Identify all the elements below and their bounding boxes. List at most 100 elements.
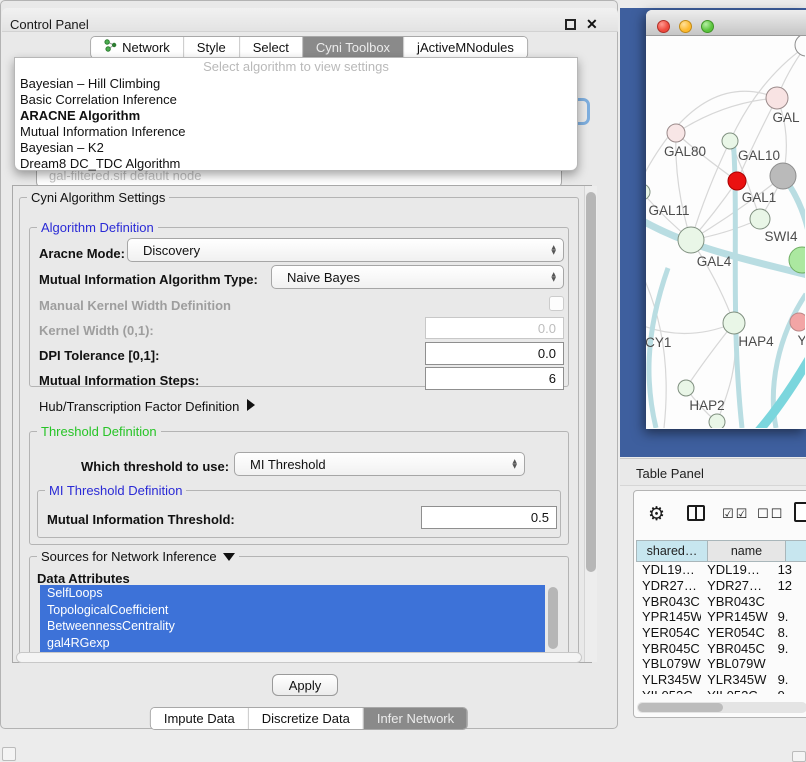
table-window: ⚙ ☑☑ ☐☐ shared…name YDL19…YDL19…13YDR27…… bbox=[633, 490, 806, 718]
network-node[interactable] bbox=[667, 124, 685, 142]
checked-checkboxes-icon[interactable]: ☑☑ bbox=[722, 507, 749, 522]
network-node[interactable] bbox=[646, 184, 650, 200]
table-cell: 9. bbox=[772, 672, 806, 687]
document-icon[interactable] bbox=[794, 502, 806, 522]
settings-gear-icon[interactable]: ⚙ bbox=[648, 503, 665, 525]
scrollbar-thumb[interactable] bbox=[586, 192, 596, 572]
minimized-panel-icon[interactable] bbox=[2, 747, 16, 761]
tab-impute-data[interactable]: Impute Data bbox=[151, 708, 248, 729]
node-label: GAL bbox=[772, 110, 800, 125]
table-cell: YBL079W bbox=[636, 656, 701, 671]
dpi-tolerance-field[interactable]: 0.0 bbox=[425, 342, 564, 365]
network-node[interactable] bbox=[723, 312, 745, 334]
mi-steps-label: Mutual Information Steps: bbox=[39, 373, 199, 388]
attribute-item[interactable]: SelfLoops bbox=[40, 585, 545, 602]
table-row[interactable]: YDR27…YDR27…12 bbox=[636, 578, 806, 594]
network-node[interactable] bbox=[790, 313, 805, 331]
table-row[interactable]: YDL19…YDL19…13 bbox=[636, 562, 806, 578]
network-edge[interactable] bbox=[646, 91, 777, 186]
tab-cyni-toolbox[interactable]: Cyni Toolbox bbox=[302, 37, 403, 58]
sources-label: Sources for Network Inference bbox=[41, 549, 217, 564]
table-cell: YER054C bbox=[701, 625, 771, 640]
minimize-traffic-light[interactable] bbox=[679, 20, 692, 33]
sources-title[interactable]: Sources for Network Inference bbox=[37, 549, 239, 564]
mi-threshold-field[interactable]: 0.5 bbox=[421, 506, 557, 529]
node-label: GAL4 bbox=[697, 254, 732, 269]
column-header[interactable] bbox=[786, 540, 806, 562]
table-cell: YPR145W bbox=[701, 609, 771, 624]
dropdown-item[interactable]: ARACNE Algorithm bbox=[15, 108, 577, 124]
tab-network[interactable]: Network bbox=[91, 37, 183, 58]
table-scrollbar-thumb[interactable] bbox=[638, 703, 723, 712]
network-node[interactable] bbox=[722, 133, 738, 149]
spinner-icon: ▲▼ bbox=[512, 459, 517, 469]
node-label: GAL80 bbox=[664, 144, 706, 159]
apply-button[interactable]: Apply bbox=[272, 674, 338, 696]
table-row[interactable]: YIL052CYIL052C9 bbox=[636, 688, 806, 695]
network-node[interactable] bbox=[709, 414, 725, 428]
settings-vertical-scrollbar[interactable] bbox=[584, 186, 597, 662]
network-node[interactable] bbox=[770, 163, 796, 189]
spinner-icon: ▲▼ bbox=[551, 272, 556, 282]
attribute-item[interactable]: BetweennessCentrality bbox=[40, 618, 545, 635]
hub-definition-toggle[interactable]: Hub/Transcription Factor Definition bbox=[39, 399, 255, 414]
dropdown-item[interactable]: Dream8 DC_TDC Algorithm bbox=[15, 156, 577, 172]
network-node[interactable] bbox=[766, 87, 788, 109]
tab-style[interactable]: Style bbox=[183, 37, 239, 58]
network-graph[interactable]: GALGAL80GAL10GAL11GAL1SWI4GAL4GCY1HAP4YH… bbox=[646, 36, 805, 428]
table-cell: 9. bbox=[772, 641, 806, 656]
data-attributes-list[interactable]: SelfLoopsTopologicalCoefficientBetweenne… bbox=[40, 585, 545, 652]
unchecked-checkboxes-icon[interactable]: ☐☐ bbox=[757, 507, 784, 522]
table-row[interactable]: YBL079WYBL079W bbox=[636, 656, 806, 672]
settings-horizontal-scrollbar[interactable] bbox=[16, 652, 582, 663]
dropdown-item[interactable]: Bayesian – K2 bbox=[15, 140, 577, 156]
tab-discretize-data[interactable]: Discretize Data bbox=[248, 708, 363, 729]
table-row[interactable]: YER054CYER054C8. bbox=[636, 625, 806, 641]
dropdown-item[interactable]: Mutual Information Inference bbox=[15, 124, 577, 140]
which-threshold-value: MI Threshold bbox=[250, 457, 326, 472]
network-node[interactable] bbox=[750, 209, 770, 229]
table-row[interactable]: YBR043CYBR043C bbox=[636, 593, 806, 609]
which-threshold-combo[interactable]: MI Threshold ▲▼ bbox=[234, 452, 525, 476]
network-node[interactable] bbox=[728, 172, 746, 190]
close-traffic-light[interactable] bbox=[657, 20, 670, 33]
network-node[interactable] bbox=[678, 380, 694, 396]
table-row[interactable]: YBR045CYBR045C9. bbox=[636, 640, 806, 656]
network-canvas[interactable]: GALGAL80GAL10GAL11GAL1SWI4GAL4GCY1HAP4YH… bbox=[646, 36, 805, 428]
column-header[interactable]: shared… bbox=[636, 540, 708, 562]
table-horizontal-scrollbar[interactable] bbox=[637, 702, 806, 713]
dropdown-item[interactable]: Bayesian – Hill Climbing bbox=[15, 76, 577, 92]
table-cell: 9 bbox=[772, 688, 806, 694]
node-label: GAL10 bbox=[738, 148, 780, 163]
table-cell: YDR27… bbox=[701, 578, 771, 593]
kernel-width-field[interactable]: 0.0 bbox=[425, 317, 564, 339]
tab-select[interactable]: Select bbox=[239, 37, 302, 58]
manual-kernel-checkbox[interactable] bbox=[549, 296, 564, 311]
mi-steps-field[interactable]: 6 bbox=[425, 367, 564, 390]
tab-label: Impute Data bbox=[164, 708, 235, 729]
split-columns-icon[interactable] bbox=[687, 505, 705, 521]
attribute-item[interactable]: TopologicalCoefficient bbox=[40, 602, 545, 619]
attribute-item[interactable]: gal4RGexp bbox=[40, 635, 545, 652]
float-window-icon[interactable] bbox=[565, 19, 576, 30]
tab-label: Style bbox=[197, 37, 226, 58]
attributes-scrollbar-thumb[interactable] bbox=[548, 587, 558, 649]
table-row[interactable]: YLR345WYLR345W9. bbox=[636, 672, 806, 688]
network-edge[interactable] bbox=[756, 354, 805, 428]
zoom-traffic-light[interactable] bbox=[701, 20, 714, 33]
network-node[interactable] bbox=[678, 227, 704, 253]
network-edge[interactable] bbox=[737, 98, 777, 181]
table-header-row: shared…name bbox=[636, 540, 806, 562]
minimized-table-icon[interactable] bbox=[792, 751, 806, 762]
tab-jactivemnodules[interactable]: jActiveMNodules bbox=[403, 37, 527, 58]
table-row[interactable]: YPR145WYPR145W9. bbox=[636, 609, 806, 625]
column-header[interactable]: name bbox=[708, 540, 786, 562]
aracne-mode-combo[interactable]: Discovery ▲▼ bbox=[127, 238, 564, 262]
table-cell: YBR043C bbox=[701, 594, 771, 609]
close-icon[interactable]: ✕ bbox=[586, 16, 598, 33]
table-cell: YBL079W bbox=[701, 656, 771, 671]
dpi-tolerance-label: DPI Tolerance [0,1]: bbox=[39, 348, 159, 363]
mi-type-combo[interactable]: Naive Bayes ▲▼ bbox=[271, 265, 564, 289]
dropdown-item[interactable]: Basic Correlation Inference bbox=[15, 92, 577, 108]
tab-infer-network[interactable]: Infer Network bbox=[363, 708, 467, 729]
